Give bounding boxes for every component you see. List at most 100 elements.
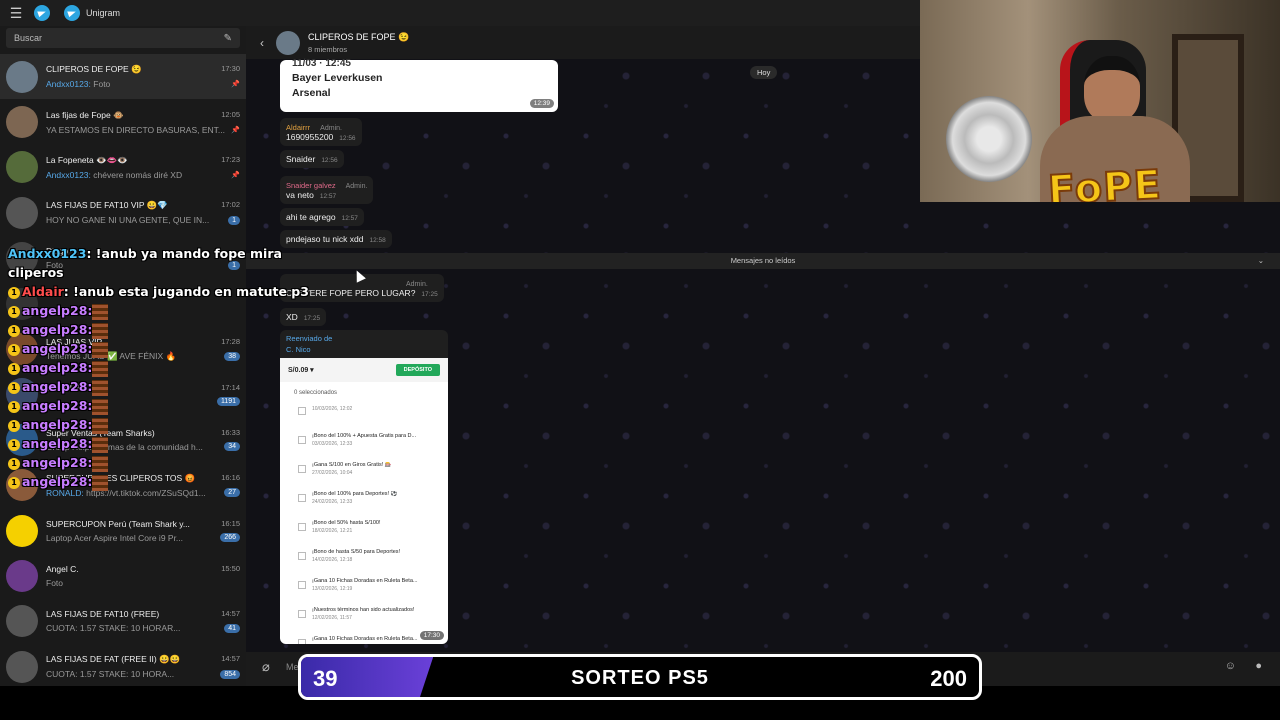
chat-avatar [6,106,38,139]
search-input[interactable]: Buscar ✎ [6,28,240,48]
chat-preview: HOY NO GANE NI UNA GENTE, QUE IN... [46,215,210,226]
message-time: 17:30 [419,631,444,640]
sub-badge-icon: 1 [8,419,20,432]
day-pill: Hoy [750,66,778,79]
chat-time: 12:05 [221,109,240,119]
image-message[interactable]: 11/03 · 12:45 Bayer Leverkusen Arsenal 1… [280,58,558,112]
deposit-button: DEPÓSITO [395,364,440,376]
stream-username: angelp28: [22,379,93,394]
stream-chat-line: 1 angelp28: [8,434,328,453]
image-text-line3: Arsenal [292,87,331,99]
chat-list-item[interactable]: LAS FIJAS DE FAT10 (FREE) 14:57 CUOTA: 1.… [0,599,246,644]
compose-icon[interactable]: ✎ [224,33,232,44]
chat-name: Las fijas de Fope 🐵 [46,109,124,120]
stream-message-text: cliperos [8,265,64,280]
promo-title: ¡Bono del 100% + Apuesta Gratis para D..… [312,433,417,439]
admin-tag: Admin. [345,183,368,190]
unread-badge: 266 [220,533,240,543]
raffle-label: SORTEO PS5 [571,667,709,689]
stream-chat-line: 1 Aldair: !anub esta jugando en matute p3 [8,282,328,301]
pin-icon: 📌 [231,81,240,89]
sub-badge-icon: 1 [8,400,20,413]
unread-badge: 41 [224,623,240,633]
sub-badge-icon: 1 [8,457,20,470]
promo-title: ¡Gana 10 Fichas Doradas en Ruleta Beta..… [312,636,418,642]
streamer-logo: FoPE [1046,161,1164,202]
sub-badge-icon: 1 [8,324,20,337]
sub-badge-icon: 1 [8,286,20,299]
chat-avatar [6,559,38,592]
sticker-icon[interactable]: ☺ [1225,660,1236,672]
chat-name: SUPERCUPON Perú (Team Shark y... [46,518,190,529]
message-author[interactable]: Snaider galvez [286,181,336,190]
sub-badge-icon: 1 [8,438,20,451]
chat-name: LAS FIJAS DE FAT10 VIP 😀💎 [46,200,168,211]
stream-message-text: : !anub esta jugando en matute p3 [63,284,309,299]
chat-preview: Laptop Acer Aspire Intel Core i9 Pr... [46,532,184,543]
message-author[interactable]: Aldairrr [286,123,310,132]
chat-list-item[interactable]: Angel C. 15:50 Foto [0,553,246,598]
hamburger-menu-icon[interactable]: ☰ [0,5,32,22]
chat-avatar [6,196,38,229]
stream-username: angelp28: [22,474,93,489]
promo-date: 13/02/2026, 12:19 [312,586,353,592]
emote-icon [92,341,109,358]
message-text: 1690955200 [286,132,334,142]
promo-date: 10/03/2026, 12:02 [312,406,353,412]
promo-title: ¡Nuestros términos han sido actualizados… [312,607,415,613]
message-time: 12:57 [319,193,337,200]
emote-icon [92,417,109,434]
chat-preview: Foto [46,577,64,588]
message-bubble[interactable]: Snaider galvez Admin. va neto 12:57 [280,176,374,204]
promo-item: ¡Bono del 50% hasta S/100! 18/02/2026, 12… [280,516,448,545]
stream-chat-line: 1 angelp28: [8,472,328,491]
unread-separator: Mensajes no leídos ⌄ [246,253,1280,269]
promo-date: 12/02/2026, 11:57 [312,615,352,621]
promo-date: 24/02/2026, 12:33 [312,499,353,505]
attach-icon[interactable]: ⌀ [262,659,270,675]
title-bar: ☰ Unigram [0,0,920,26]
chat-list-item[interactable]: CLIPEROS DE FOPE 😉 17:30 Andxx0123: Foto 📌 [0,54,246,100]
chat-list-item[interactable]: SUPERCUPON Perú (Team Shark y... 16:15 La… [0,508,246,553]
stream-chat-line: 1 angelp28: [8,301,328,320]
message-time: 12:56 [321,157,338,164]
stream-chat-line: 1 angelp28: [8,453,328,472]
emote-icon [92,303,109,320]
back-arrow-icon[interactable]: ‹ [260,36,276,50]
pin-icon: 📌 [231,171,240,179]
stream-chat-line: cliperos [8,263,328,282]
chat-list-item[interactable]: LAS FIJAS DE FAT (FREE II) 😀😀 14:57 CUOTA… [0,644,246,686]
emote-icon [92,322,109,339]
image-text-line2: Bayer Leverkusen [292,72,383,84]
message-text: va neto [286,190,314,200]
chat-avatar [6,514,38,547]
stream-username: angelp28: [22,322,93,337]
stream-username: angelp28: [22,455,93,470]
unread-label: Mensajes no leídos [730,256,796,265]
chat-name: LAS FIJAS DE FAT10 (FREE) [46,609,160,620]
promo-title: ¡Bono del 100% para Deportes! ⚽ [312,491,398,497]
message-text: pndejaso tu nick xdd [286,234,364,244]
message-bubble[interactable]: Aldairrr Admin. 1690955200 12:56 [280,118,362,146]
chat-list-item[interactable]: Las fijas de Fope 🐵 12:05 YA ESTAMOS EN D… [0,99,246,144]
stream-chat-overlay: Andxx0123: !anub ya mando fope mira clipe… [8,244,328,491]
emote-icon [92,455,109,472]
message-time: 17:25 [421,291,438,298]
chat-list-item[interactable]: LAS FIJAS DE FAT10 VIP 😀💎 17:02 HOY NO GA… [0,190,246,235]
chat-time: 14:57 [221,654,240,664]
message-bubble[interactable]: Snaider 12:56 [280,150,344,168]
chevron-down-icon[interactable]: ⌄ [1258,253,1264,269]
chat-list-item[interactable]: La Fopeneta 👁️👄👁️ 17:23 Andxx0123: chévere… [0,145,246,190]
chat-name: CLIPEROS DE FOPE 😉 [46,64,142,75]
microphone-icon[interactable]: ● [1255,660,1262,672]
chat-sender: Andxx0123: [46,79,91,90]
chat-header[interactable]: ‹ CLIPEROS DE FOPE 😉 8 miembros [246,26,920,59]
chat-time: 17:30 [221,64,240,74]
chat-avatar[interactable] [276,30,300,55]
stream-chat-line: 1 angelp28: [8,320,328,339]
emote-icon [92,360,109,377]
stream-username: angelp28: [22,398,93,413]
promo-date: 27/02/2026, 10:04 [312,470,353,476]
message-bubble[interactable]: ahi te agrego 12:57 [280,208,364,226]
promo-date: 18/02/2026, 12:21 [312,528,353,534]
